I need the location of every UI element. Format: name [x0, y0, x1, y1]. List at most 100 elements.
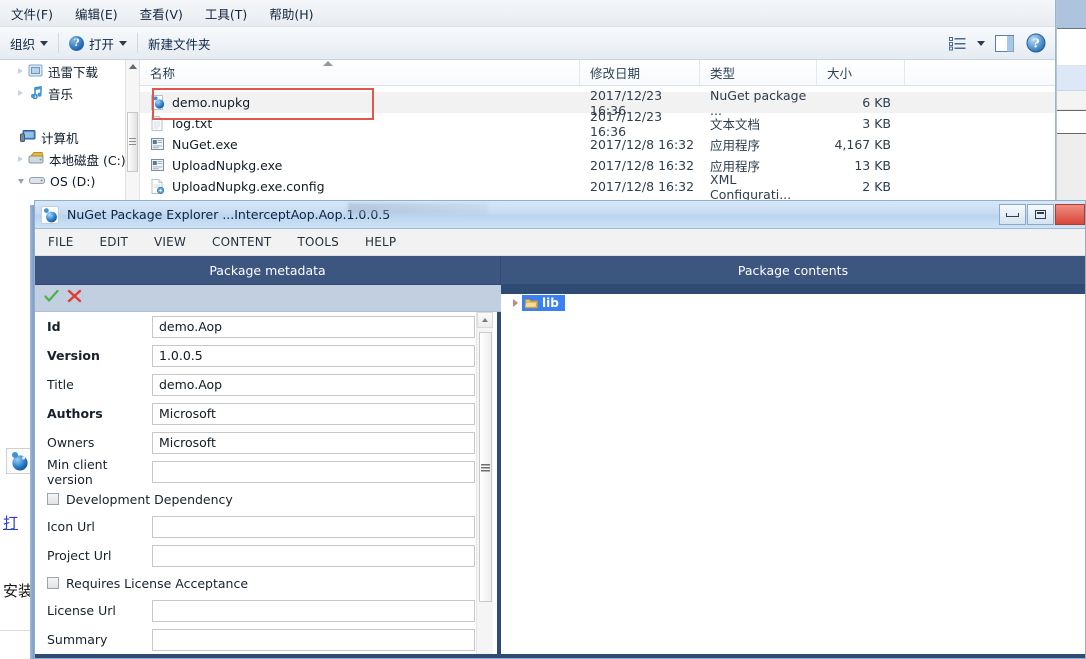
music-note-icon	[28, 85, 43, 102]
tree-item-label: lib	[542, 296, 559, 310]
chevron-down-icon[interactable]	[18, 178, 24, 184]
column-modified[interactable]: 修改日期	[580, 60, 700, 85]
column-size[interactable]: 大小	[817, 60, 905, 85]
summary-input[interactable]	[152, 628, 475, 651]
nav-item-label: 音乐	[48, 86, 74, 102]
close-button[interactable]	[1055, 204, 1085, 225]
x-icon[interactable]	[67, 289, 82, 308]
background-strip	[1057, 91, 1086, 110]
authors-input[interactable]: Microsoft	[152, 402, 475, 425]
field-requires-license-acceptance[interactable]: Requires License Acceptance	[35, 570, 497, 596]
title-input[interactable]: demo.Aop	[152, 373, 475, 396]
field-authors: Authors Microsoft	[35, 399, 497, 428]
nav-item-music[interactable]: 音乐	[0, 82, 139, 104]
scroll-up-icon[interactable]	[128, 64, 137, 69]
organize-label: 组织	[10, 36, 36, 52]
package-contents-tree: lib	[501, 294, 1085, 658]
table-row[interactable]: NuGet.exe 2017/12/8 16:32 应用程序 4,167 KB	[140, 134, 1055, 155]
icon-url-input[interactable]	[152, 515, 475, 538]
nuget-package-icon	[41, 205, 59, 224]
npe-menu-content[interactable]: CONTENT	[199, 235, 284, 249]
checkbox-label: Requires License Acceptance	[66, 575, 249, 591]
requires-license-acceptance-checkbox[interactable]	[47, 577, 59, 589]
file-type-cell: 文本文档	[710, 117, 761, 132]
npe-menu-file[interactable]: FILE	[35, 235, 87, 249]
version-input[interactable]: 1.0.0.5	[152, 344, 475, 367]
menu-edit[interactable]: 编辑(E)	[64, 1, 129, 26]
navigation-scrollbar[interactable]	[125, 60, 139, 205]
menu-help[interactable]: 帮助(H)	[258, 1, 324, 26]
nav-item-local-disk-c[interactable]: 本地磁盘 (C:)	[0, 148, 139, 170]
open-label: 打开	[89, 36, 115, 52]
npe-menu-help[interactable]: HELP	[352, 235, 409, 249]
new-folder-label: 新建文件夹	[148, 36, 211, 52]
field-label: Summary	[47, 632, 108, 647]
file-name-cell[interactable]: UploadNupkg.exe	[140, 158, 580, 173]
field-label: Project Url	[47, 548, 112, 563]
background-body	[1057, 29, 1086, 66]
field-development-dependency[interactable]: Development Dependency	[35, 486, 497, 512]
file-type-cell: XML Configurati...	[710, 171, 792, 202]
background-link[interactable]: 打	[3, 512, 18, 533]
project-url-input[interactable]	[152, 544, 475, 567]
chevron-down-icon[interactable]	[977, 40, 985, 46]
file-name-cell[interactable]: demo.nupkg	[140, 95, 580, 110]
open-button[interactable]: ? 打开	[59, 27, 137, 59]
tree-item-lib[interactable]: lib	[501, 294, 1085, 312]
menu-view[interactable]: 查看(V)	[129, 1, 194, 26]
file-modified-cell: 2017/12/8 16:32	[590, 158, 695, 173]
window-controls	[999, 204, 1085, 225]
package-metadata-header: Package metadata	[35, 256, 501, 285]
file-name-cell[interactable]: log.txt	[140, 116, 580, 131]
field-summary: Summary	[35, 625, 497, 654]
background-window-right	[1056, 0, 1086, 205]
npe-menu-tools[interactable]: TOOLS	[284, 235, 352, 249]
tree-item-chip[interactable]: lib	[522, 295, 565, 311]
chevron-right-icon[interactable]	[18, 156, 23, 162]
menu-file[interactable]: 文件(F)	[0, 1, 64, 26]
new-folder-button[interactable]: 新建文件夹	[138, 27, 221, 59]
table-row[interactable]: UploadNupkg.exe.config 2017/12/8 16:32 X…	[140, 172, 1055, 202]
organize-button[interactable]: 组织	[0, 27, 58, 59]
computer-icon	[20, 129, 36, 146]
check-icon[interactable]	[44, 289, 59, 308]
column-type[interactable]: 类型	[700, 60, 817, 85]
column-name[interactable]: 名称	[140, 60, 580, 85]
development-dependency-checkbox[interactable]	[47, 493, 59, 505]
chevron-right-icon[interactable]	[18, 68, 23, 74]
list-view-icon[interactable]	[945, 31, 971, 55]
table-row[interactable]: UploadNupkg.exe 2017/12/8 16:32 应用程序 13 …	[140, 155, 1055, 176]
metadata-scrollbar[interactable]	[476, 312, 493, 658]
nav-item-computer[interactable]: 计算机	[0, 126, 139, 148]
file-size-cell: 4,167 KB	[834, 137, 891, 152]
npe-menu-view[interactable]: VIEW	[141, 235, 199, 249]
field-version: Version 1.0.0.5	[35, 341, 497, 370]
nav-item-xunlei[interactable]: 迅雷下载	[0, 60, 139, 82]
chevron-right-icon[interactable]	[513, 299, 518, 307]
license-url-input[interactable]	[152, 599, 475, 622]
package-metadata-pane: Package metadata Id demo.Aop Version 1.0…	[35, 256, 501, 658]
minimize-button[interactable]	[999, 204, 1026, 225]
file-name-cell[interactable]: NuGet.exe	[140, 137, 580, 152]
npe-menu-edit[interactable]: EDIT	[87, 235, 142, 249]
background-window-left: 打 安装 名称	[0, 200, 34, 659]
owners-input[interactable]: Microsoft	[152, 431, 475, 454]
maximize-button[interactable]	[1027, 204, 1054, 225]
id-input[interactable]: demo.Aop	[152, 315, 475, 338]
field-title: Title demo.Aop	[35, 370, 497, 399]
chevron-down-icon	[119, 40, 128, 46]
drive-icon	[29, 174, 45, 189]
scroll-up-icon[interactable]	[477, 312, 493, 328]
scrollbar-grip	[129, 138, 136, 145]
nav-item-os-d[interactable]: OS (D:)	[0, 170, 139, 192]
field-min-client-version: Min client version	[35, 457, 497, 487]
table-row[interactable]: log.txt 2017/12/23 16:36 文本文档 3 KB	[140, 109, 1055, 139]
background-titlebar	[1057, 0, 1086, 29]
preview-pane-icon[interactable]	[991, 31, 1017, 55]
min-client-version-input[interactable]	[152, 460, 475, 483]
chevron-right-icon[interactable]	[18, 90, 23, 96]
menu-tools[interactable]: 工具(T)	[194, 1, 258, 26]
file-name-cell[interactable]: UploadNupkg.exe.config	[140, 179, 580, 194]
help-icon[interactable]: ?	[1023, 31, 1049, 55]
npe-titlebar[interactable]: NuGet Package Explorer ...InterceptAop.A…	[35, 201, 1085, 229]
